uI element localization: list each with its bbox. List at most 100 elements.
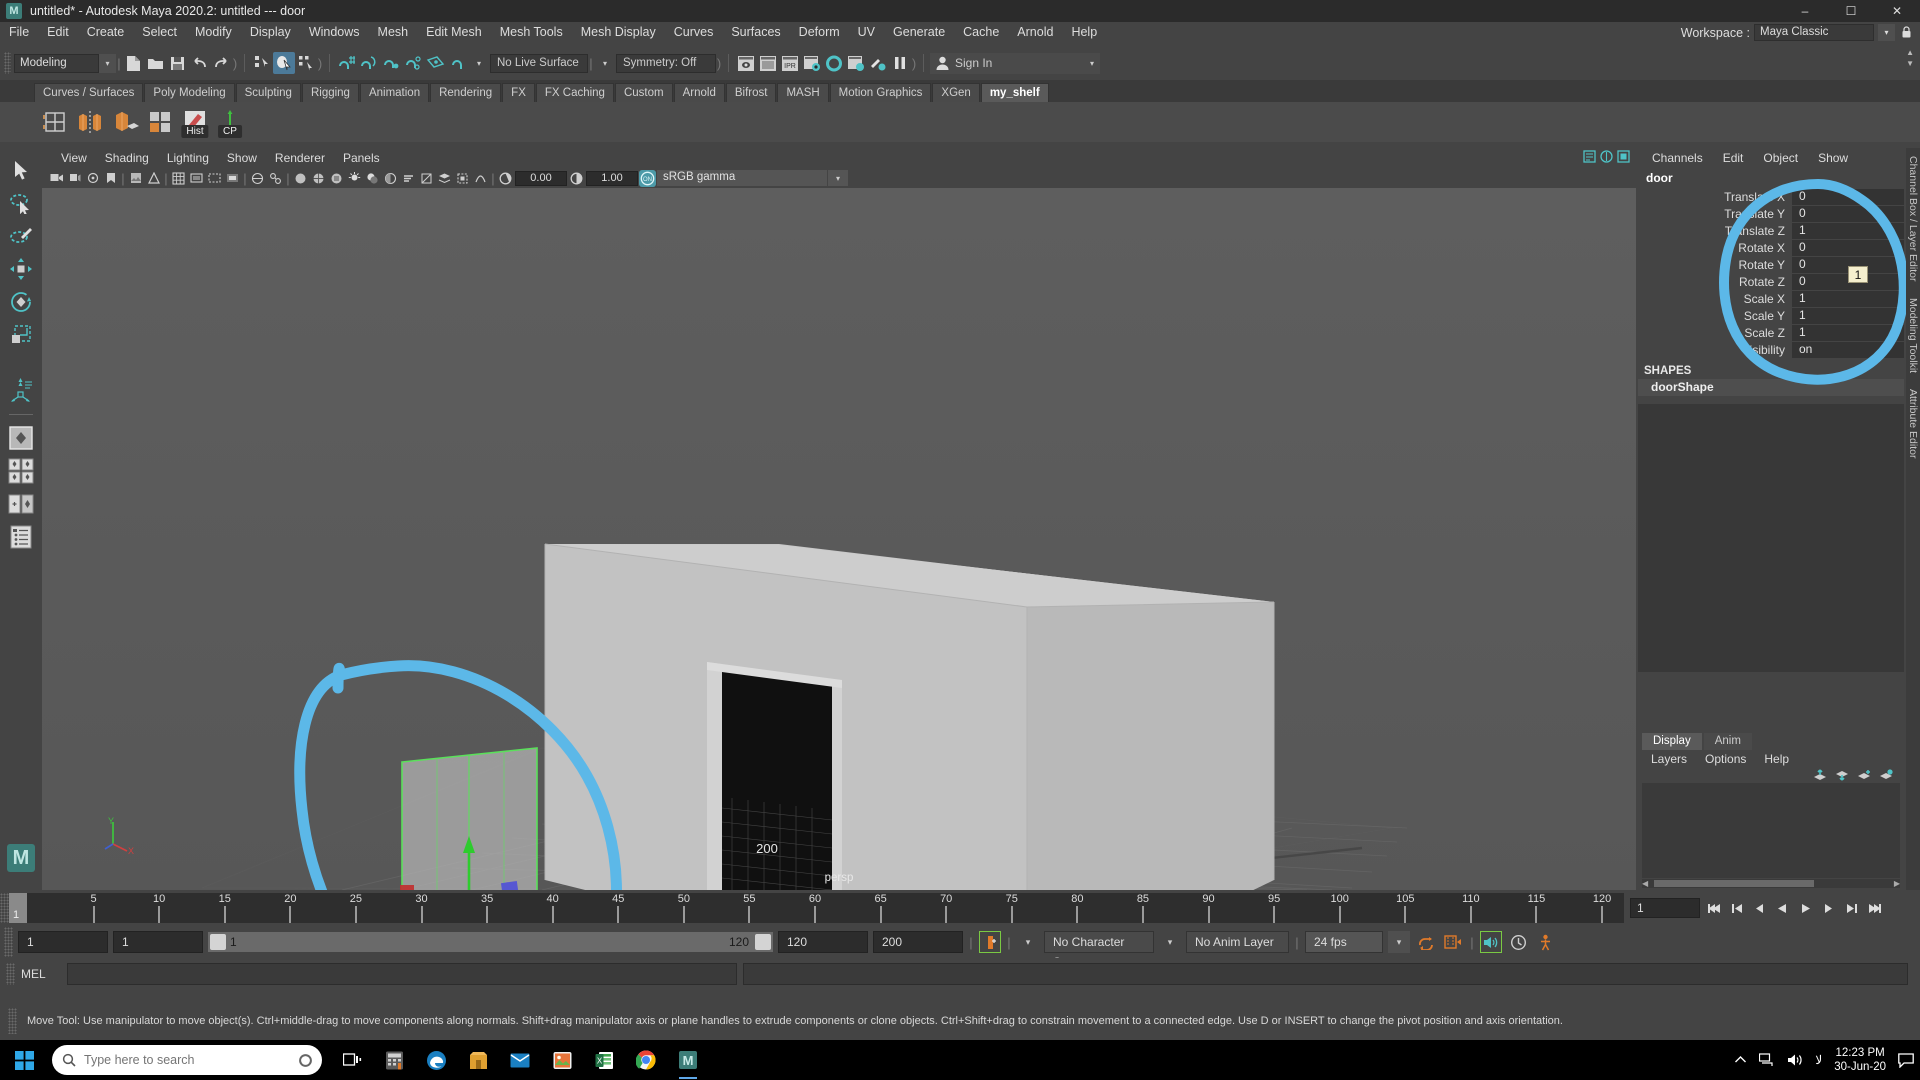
channel-box-menu-show[interactable]: Show bbox=[1808, 148, 1858, 168]
move-layer-down-icon[interactable] bbox=[1835, 769, 1850, 781]
range-start-field[interactable]: 1 bbox=[113, 931, 203, 953]
channel-box-toggle-icon[interactable] bbox=[1600, 150, 1613, 163]
cortana-icon[interactable] bbox=[299, 1053, 312, 1067]
chrome-app-icon[interactable] bbox=[626, 1040, 666, 1080]
shelf-tab-arnold[interactable]: Arnold bbox=[673, 83, 725, 102]
calculator-app-icon[interactable] bbox=[374, 1040, 414, 1080]
fps-select[interactable]: 24 fps bbox=[1305, 931, 1383, 953]
single-perspective-layout[interactable] bbox=[7, 424, 35, 452]
menu-surfaces[interactable]: Surfaces bbox=[722, 22, 789, 43]
menu-mesh-tools[interactable]: Mesh Tools bbox=[491, 22, 572, 43]
search-input[interactable] bbox=[84, 1053, 284, 1067]
show-hidden-icons-icon[interactable] bbox=[1734, 1055, 1747, 1065]
shelf-tab-custom[interactable]: Custom bbox=[614, 83, 673, 102]
menu-deform[interactable]: Deform bbox=[790, 22, 849, 43]
chevron-down-icon[interactable]: ▾ bbox=[1878, 24, 1895, 41]
play-backwards-icon[interactable] bbox=[1773, 898, 1792, 918]
channel-row-scale-z[interactable]: Scale Z 1 bbox=[1636, 325, 1904, 341]
xray-joints-icon[interactable] bbox=[267, 170, 284, 187]
motion-blur-icon[interactable] bbox=[400, 170, 417, 187]
step-back-frame-icon[interactable] bbox=[1750, 898, 1769, 918]
film-gate-icon[interactable] bbox=[188, 170, 205, 187]
viewport-3d-canvas[interactable]: 200 200 bbox=[42, 188, 1636, 890]
animation-preferences-dropdown-icon[interactable]: ▾ bbox=[1017, 931, 1039, 953]
channel-value[interactable]: 1 bbox=[1792, 223, 1904, 239]
channel-box-shape-name[interactable]: doorShape bbox=[1638, 379, 1904, 396]
photos-app-icon[interactable] bbox=[542, 1040, 582, 1080]
play-forwards-icon[interactable] bbox=[1796, 898, 1815, 918]
shelf-tab-animation[interactable]: Animation bbox=[359, 83, 430, 102]
shelf-tab-mash[interactable]: MASH bbox=[777, 83, 829, 102]
shelf-tab-fx[interactable]: FX bbox=[502, 83, 535, 102]
channel-value[interactable]: on bbox=[1792, 342, 1904, 358]
symmetry-field[interactable]: Symmetry: Off bbox=[616, 53, 716, 73]
menu-cache[interactable]: Cache bbox=[954, 22, 1008, 43]
mail-app-icon[interactable] bbox=[500, 1040, 540, 1080]
render-current-frame-icon[interactable] bbox=[735, 52, 757, 74]
current-frame-field[interactable]: 1 bbox=[1630, 898, 1700, 918]
layer-tab-display[interactable]: Display bbox=[1642, 733, 1702, 750]
shelf-tab-rendering[interactable]: Rendering bbox=[430, 83, 502, 102]
channel-row-translate-y[interactable]: Translate Y 0 bbox=[1636, 206, 1904, 222]
edge-browser-app-icon[interactable] bbox=[416, 1040, 456, 1080]
render-view-icon[interactable] bbox=[845, 52, 867, 74]
action-center-icon[interactable] bbox=[1898, 1052, 1914, 1068]
scroll-right-icon[interactable]: ▶ bbox=[1894, 879, 1900, 888]
range-handle-left[interactable] bbox=[210, 934, 226, 950]
go-to-end-icon[interactable] bbox=[1865, 898, 1884, 918]
anim-layer-dropdown-icon[interactable]: ▾ bbox=[1159, 931, 1181, 953]
rotate-tool[interactable] bbox=[7, 288, 35, 316]
channel-row-rotate-x[interactable]: Rotate X 0 bbox=[1636, 240, 1904, 256]
menu-mesh-display[interactable]: Mesh Display bbox=[572, 22, 665, 43]
make-live-icon[interactable] bbox=[446, 52, 468, 74]
modeling-toolkit-toggle-icon[interactable] bbox=[1617, 150, 1630, 163]
menu-uv[interactable]: UV bbox=[849, 22, 884, 43]
render-settings-icon[interactable] bbox=[801, 52, 823, 74]
layer-menu-help[interactable]: Help bbox=[1755, 750, 1798, 768]
rendering-flags-icon[interactable] bbox=[867, 52, 889, 74]
auto-keyframe-icon[interactable] bbox=[979, 931, 1001, 953]
multisample-icon[interactable] bbox=[418, 170, 435, 187]
resolution-gate-icon[interactable] bbox=[206, 170, 223, 187]
snap-to-point-icon[interactable] bbox=[380, 52, 402, 74]
layer-menu-layers[interactable]: Layers bbox=[1642, 750, 1696, 768]
isolate-select-icon[interactable] bbox=[454, 170, 471, 187]
layer-list[interactable] bbox=[1642, 783, 1900, 878]
shelf-tab-rigging[interactable]: Rigging bbox=[301, 83, 359, 102]
new-scene-icon[interactable] bbox=[122, 52, 144, 74]
channel-row-visibility[interactable]: Visibility on bbox=[1636, 342, 1904, 358]
volume-icon[interactable] bbox=[1787, 1053, 1803, 1067]
channel-row-translate-z[interactable]: Translate Z 1 bbox=[1636, 223, 1904, 239]
snap-to-grid-icon[interactable] bbox=[336, 52, 358, 74]
smooth-wireframe-icon[interactable] bbox=[472, 170, 489, 187]
shelf-tab-my-shelf[interactable]: my_shelf bbox=[980, 83, 1049, 102]
maya-app-icon[interactable]: M bbox=[668, 1040, 708, 1080]
channel-value[interactable]: 1 bbox=[1792, 308, 1904, 324]
live-surface-field[interactable]: No Live Surface bbox=[490, 53, 588, 73]
delete-history-shelf-icon[interactable]: Hist bbox=[180, 107, 210, 138]
color-management-toggle-icon[interactable]: ON bbox=[639, 169, 656, 187]
menu-curves[interactable]: Curves bbox=[665, 22, 723, 43]
bookmark-icon[interactable] bbox=[102, 170, 119, 187]
scale-tool[interactable] bbox=[7, 321, 35, 349]
shelf-tab-sculpting[interactable]: Sculpting bbox=[235, 83, 301, 102]
channel-value[interactable]: 0 bbox=[1792, 189, 1904, 205]
ipr-render-icon[interactable] bbox=[757, 52, 779, 74]
layer-menu-options[interactable]: Options bbox=[1696, 750, 1755, 768]
layer-tab-anim[interactable]: Anim bbox=[1703, 733, 1752, 750]
chevron-down-icon[interactable]: ▾ bbox=[468, 52, 490, 74]
exposure-icon[interactable] bbox=[497, 170, 514, 187]
paint-select-tool[interactable] bbox=[7, 222, 35, 250]
grid-snap-shelf-icon[interactable] bbox=[40, 107, 70, 137]
image-plane-icon[interactable] bbox=[127, 170, 144, 187]
command-line-grip[interactable] bbox=[6, 963, 15, 985]
menu-mesh[interactable]: Mesh bbox=[369, 22, 418, 43]
channel-value[interactable]: 1 bbox=[1792, 325, 1904, 341]
chevron-down-icon[interactable]: ▾ bbox=[594, 52, 616, 74]
chevron-down-icon[interactable]: ▾ bbox=[99, 53, 116, 73]
channel-box-menu-object[interactable]: Object bbox=[1753, 148, 1808, 168]
hypershade-icon[interactable] bbox=[823, 52, 845, 74]
viewport-menu-panels[interactable]: Panels bbox=[334, 148, 389, 168]
range-slider-grip[interactable] bbox=[4, 927, 13, 957]
snap-to-view-plane-icon[interactable] bbox=[424, 52, 446, 74]
